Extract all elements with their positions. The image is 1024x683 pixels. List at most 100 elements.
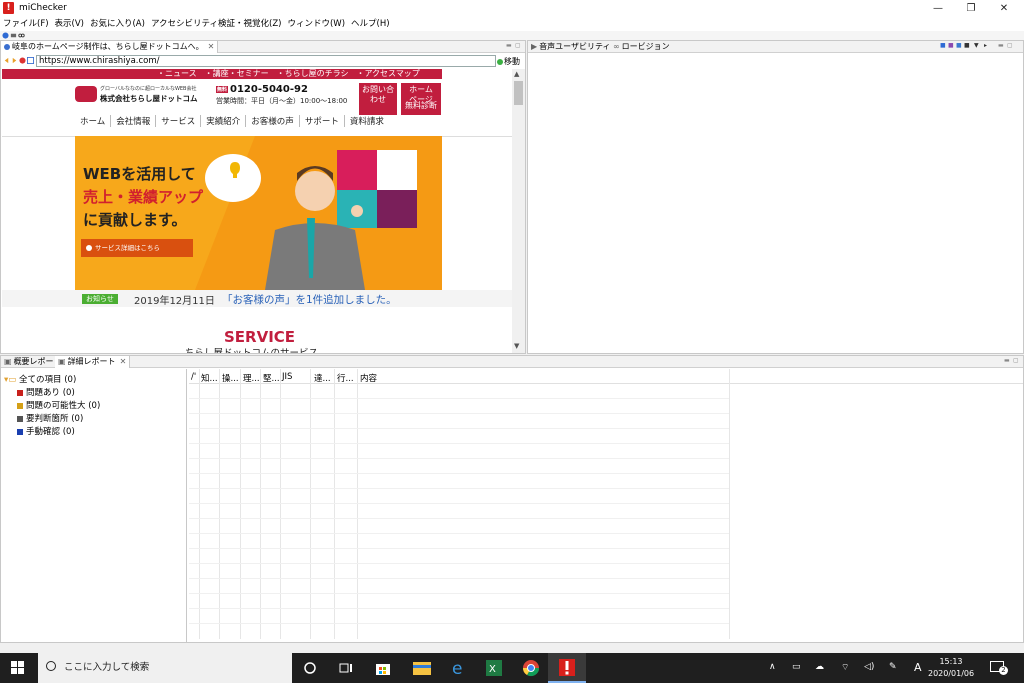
company-name[interactable]: 株式会社ちらし屋ドットコム xyxy=(100,93,198,104)
gnav-request[interactable]: 資料請求 xyxy=(345,115,389,127)
taskbar-clock[interactable]: 15:13 2020/01/06 xyxy=(928,656,974,680)
topnav-flyer[interactable]: ・ちらし屋のチラシ xyxy=(277,69,349,78)
service-subheading: ちらし屋ドットコムのサービス xyxy=(185,345,318,353)
file-explorer-icon[interactable] xyxy=(413,660,431,676)
minimize-button[interactable]: — xyxy=(922,0,954,17)
news-link[interactable]: 「お客様の声」を1件追加しました。 xyxy=(222,292,397,307)
gnav-voice[interactable]: お客様の声 xyxy=(246,115,300,127)
table-row xyxy=(189,548,729,549)
tree-item-manual[interactable]: 手動確認 (0) xyxy=(17,425,75,437)
close-button[interactable]: ✕ xyxy=(988,0,1020,17)
hero-banner[interactable]: WEBを活用して 売上・業績アップ に貢献します。 サービス詳細はこちら xyxy=(75,136,442,290)
stop-icon[interactable] xyxy=(19,57,26,64)
gnav-service[interactable]: サービス xyxy=(156,115,202,127)
col-content[interactable]: 内容 xyxy=(360,372,377,384)
site-top-nav: ・ニュース ・講座・セミナー ・ちらし屋のチラシ ・アクセスマップ xyxy=(2,69,442,79)
volume-icon[interactable]: ◁) xyxy=(864,662,874,672)
minimize-pane-icon[interactable]: ▬ xyxy=(998,42,1004,49)
view-icon-3[interactable]: ■ xyxy=(956,42,962,49)
gnav-works[interactable]: 実績紹介 xyxy=(201,115,247,127)
pen-icon[interactable]: ✎ xyxy=(889,662,897,672)
col-perceivable[interactable]: 知... xyxy=(201,372,218,384)
service-detail-button[interactable]: サービス詳細はこちら xyxy=(81,239,193,257)
onedrive-icon[interactable]: ☁ xyxy=(815,662,824,672)
service-heading: SERVICE xyxy=(224,328,296,346)
menu-file[interactable]: ファイル(F) xyxy=(0,17,52,31)
table-row xyxy=(189,488,729,489)
windows-start-icon[interactable] xyxy=(11,661,25,675)
company-logo-icon[interactable] xyxy=(75,86,97,102)
menu-help[interactable]: ヘルプ(H) xyxy=(348,17,393,31)
chevron-down-icon[interactable]: ▼ xyxy=(974,42,979,49)
minimize-pane-icon[interactable]: ▬ xyxy=(1004,357,1010,364)
minimize-pane-icon[interactable]: ▬ xyxy=(506,42,512,49)
browser-scrollbar[interactable]: ▲ ▼ xyxy=(512,69,525,353)
topnav-access[interactable]: ・アクセスマップ xyxy=(356,69,419,78)
tab-voice-usability[interactable]: ▶ 音声ユーザビリティ xyxy=(528,41,614,53)
gnav-company[interactable]: 会社情報 xyxy=(111,115,157,127)
restore-button[interactable]: ❐ xyxy=(955,0,987,17)
tree-item-likely-problem[interactable]: 問題の可能性大 (0) xyxy=(17,399,100,411)
chevron-up-icon[interactable]: ∧ xyxy=(769,662,776,672)
wifi-icon[interactable]: ⌔ xyxy=(841,662,849,673)
forward-icon[interactable] xyxy=(11,57,18,64)
simulate-icon[interactable] xyxy=(10,32,17,39)
notification-center-button[interactable]: 2 xyxy=(990,661,1008,675)
maximize-pane-icon[interactable]: ▢ xyxy=(1007,42,1013,49)
save-icon[interactable]: ■ xyxy=(964,42,970,49)
view-icon-2[interactable]: ■ xyxy=(948,42,954,49)
contact-button[interactable]: お問い合 わせ xyxy=(359,83,397,115)
task-view-icon[interactable] xyxy=(339,661,353,675)
free-diagnosis-button[interactable]: ホーム ページ 無料診断 xyxy=(401,83,441,115)
col-operable[interactable]: 操... xyxy=(222,372,239,384)
col-success-criteria[interactable]: 達... xyxy=(314,372,331,384)
scroll-thumb[interactable] xyxy=(514,81,523,105)
tree-item-all[interactable]: ▾▭ 全ての項目 (0) xyxy=(4,373,76,385)
col-icon[interactable]: /' xyxy=(191,372,196,382)
excel-icon[interactable]: X xyxy=(486,660,502,676)
col-line[interactable]: 行... xyxy=(337,372,354,384)
tree-item-problem[interactable]: 問題あり (0) xyxy=(17,386,75,398)
menu-favorites[interactable]: お気に入り(A) xyxy=(87,17,148,31)
gnav-home[interactable]: ホーム xyxy=(75,115,112,127)
refresh-icon[interactable] xyxy=(27,57,34,64)
battery-icon[interactable]: ▭ xyxy=(792,662,801,672)
tab-low-vision[interactable]: ∞ ロービジョン xyxy=(610,41,673,53)
chrome-icon[interactable] xyxy=(522,659,540,677)
store-icon[interactable] xyxy=(375,660,391,676)
go-button[interactable]: 移動 xyxy=(497,56,520,67)
scroll-down-icon[interactable]: ▼ xyxy=(514,342,519,350)
view-icon-1[interactable]: ■ xyxy=(940,42,946,49)
cortana-icon[interactable] xyxy=(303,661,317,675)
col-jis[interactable]: JIS xyxy=(282,372,292,382)
home-icon[interactable] xyxy=(2,32,9,39)
taskbar-search-input[interactable]: ここに入力して検索 xyxy=(38,653,292,683)
web-content: ・ニュース ・講座・セミナー ・ちらし屋のチラシ ・アクセスマップ グローバルななのに… xyxy=(2,69,512,353)
michecker-taskbar-button[interactable] xyxy=(548,653,586,683)
tab-detail-report[interactable]: ▣ 詳細レポート ✕ xyxy=(55,356,131,368)
menu-window[interactable]: ウィンドウ(W) xyxy=(284,17,348,31)
maximize-pane-icon[interactable]: ▢ xyxy=(1013,357,1019,364)
back-icon[interactable] xyxy=(3,57,10,64)
ime-indicator[interactable]: A xyxy=(914,661,922,674)
company-tagline: グローバルななのに超ローカルなWEB会社 xyxy=(100,86,197,92)
tab-browser[interactable]: 岐阜のホームページ制作は、ちらし屋ドットコムへ。 ✕ xyxy=(1,41,219,53)
col-robust[interactable]: 堅... xyxy=(263,372,280,384)
maximize-pane-icon[interactable]: ▢ xyxy=(515,42,521,49)
close-icon[interactable]: ✕ xyxy=(120,357,127,366)
col-divider xyxy=(219,369,220,639)
glasses-icon[interactable] xyxy=(18,32,25,39)
news-badge: お知らせ xyxy=(82,294,118,304)
topnav-seminar[interactable]: ・講座・セミナー xyxy=(205,69,269,78)
tree-item-judgement[interactable]: 要判断箇所 (0) xyxy=(17,412,83,424)
close-icon[interactable]: ✕ xyxy=(208,42,215,51)
col-understandable[interactable]: 理... xyxy=(243,372,260,384)
gnav-support[interactable]: サポート xyxy=(300,115,345,127)
menu-view[interactable]: 表示(V) xyxy=(52,17,87,31)
pin-icon[interactable]: ▸ xyxy=(984,42,987,49)
topnav-news[interactable]: ・ニュース xyxy=(157,69,197,78)
scroll-up-icon[interactable]: ▲ xyxy=(514,70,519,78)
menu-accessibility[interactable]: アクセシビリティ検証・視覚化(Z) xyxy=(148,17,285,31)
url-input[interactable]: https://www.chirashiya.com/ xyxy=(36,55,496,67)
edge-icon[interactable]: e xyxy=(450,659,468,677)
